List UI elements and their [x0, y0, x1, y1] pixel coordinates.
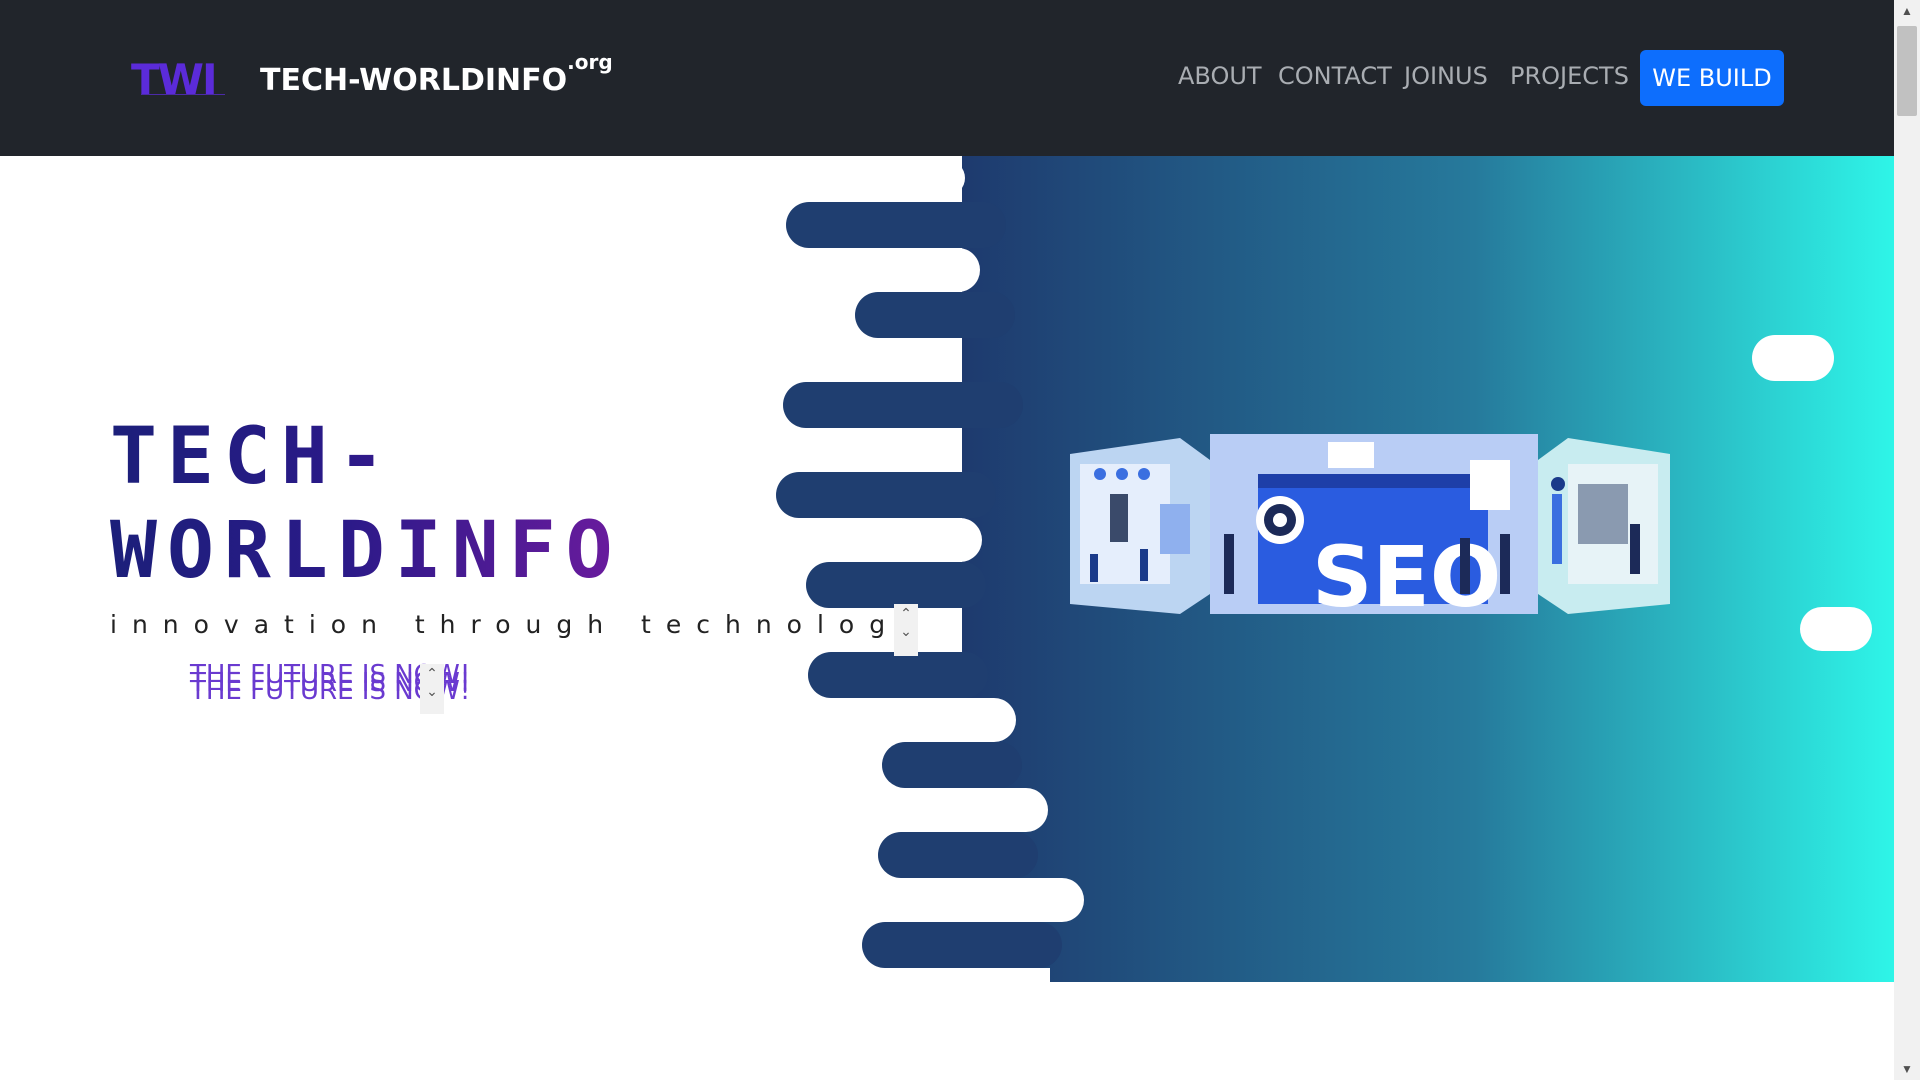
chevron-down-icon[interactable]: ▼: [1894, 1058, 1920, 1080]
brand-suffix: .org: [567, 50, 613, 74]
decor-pill: [1752, 335, 1834, 381]
brand-name[interactable]: TECH-WORLDINFO.org: [260, 50, 613, 98]
chevron-up-icon[interactable]: ⌃: [894, 604, 918, 622]
center-panel-image: SEO: [1210, 434, 1538, 614]
seo-illustration: SEO: [1070, 434, 1670, 614]
right-panel-image: [1538, 438, 1670, 614]
nav-link-contact[interactable]: CONTACT: [1278, 62, 1392, 90]
we-build-button[interactable]: WE BUILD: [1640, 50, 1784, 106]
page: TWI TECH-WORLDINFO.org ABOUT CONTACT JOI…: [0, 0, 1920, 1080]
brand-logo[interactable]: TWI: [131, 58, 231, 102]
navbar: TWI TECH-WORLDINFO.org ABOUT CONTACT JOI…: [0, 0, 1894, 156]
marquee-scroller[interactable]: ⌃ ⌄: [420, 664, 444, 714]
hero-subtitle: innovation through technology: [110, 610, 930, 639]
scrollbar-thumb[interactable]: [1897, 26, 1917, 116]
nav-link-joinus[interactable]: JOINUS: [1404, 62, 1488, 90]
window-scrollbar[interactable]: ▲ ▼: [1894, 0, 1920, 1080]
hero-title-line2: WORLDINFO: [110, 506, 623, 596]
future-marquee: THE FUTURE IS NOW! THE FUTURE IS NOW! TH…: [190, 660, 470, 716]
hero-title: TECH- WORLDINFO: [110, 410, 623, 598]
subtitle-scroller[interactable]: ⌃ ⌄: [894, 604, 918, 656]
left-panel-image: [1070, 438, 1210, 614]
decor-pill: [1800, 607, 1872, 651]
seo-text: SEO: [1312, 528, 1501, 614]
nav-link-projects[interactable]: PROJECTS: [1510, 62, 1629, 90]
chevron-up-icon[interactable]: ⌃: [420, 664, 444, 682]
brand-name-text: TECH-WORLDINFO: [260, 63, 568, 98]
nav-link-about[interactable]: ABOUT: [1178, 62, 1262, 90]
chevron-down-icon[interactable]: ⌄: [420, 682, 444, 700]
logo-underline: [141, 94, 225, 99]
chevron-down-icon[interactable]: ⌄: [894, 622, 918, 640]
chevron-up-icon[interactable]: ▲: [1894, 0, 1920, 22]
hero-title-line1: TECH-: [110, 412, 395, 502]
